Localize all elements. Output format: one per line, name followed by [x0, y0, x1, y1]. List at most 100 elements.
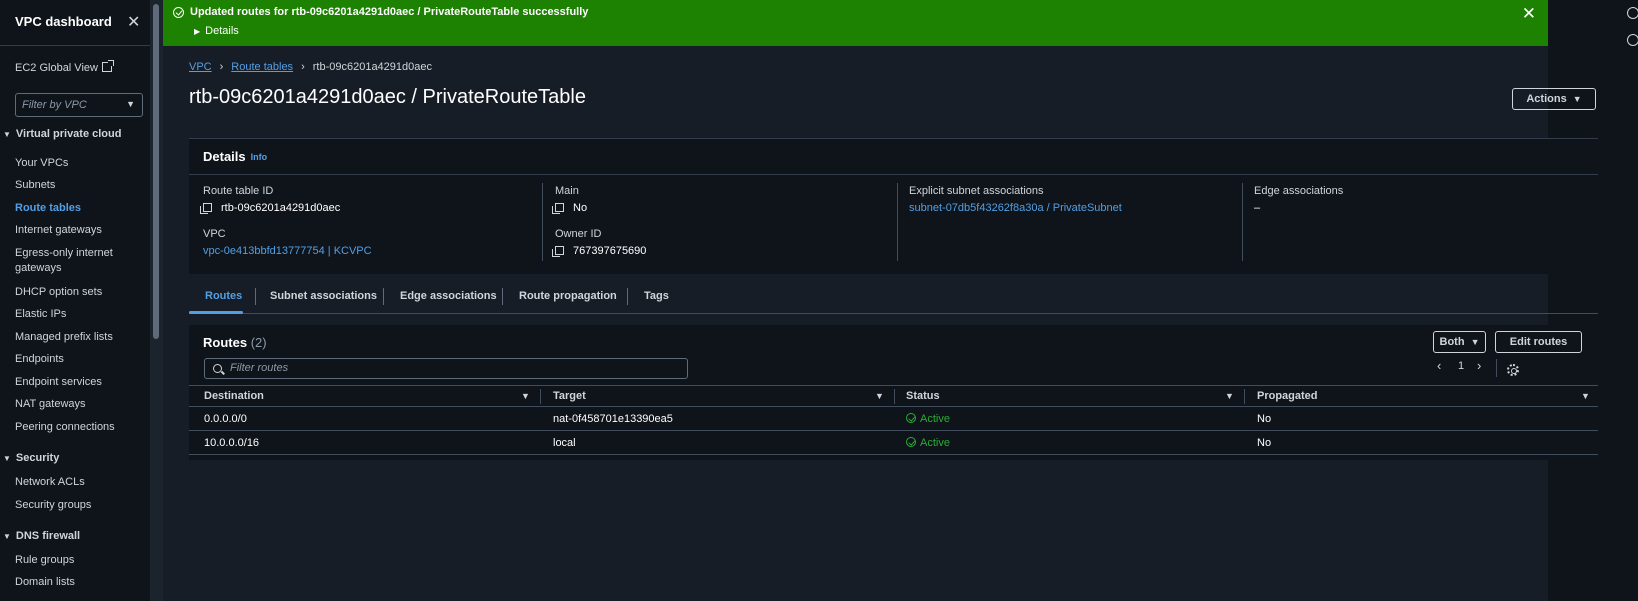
success-check-icon — [906, 413, 916, 423]
tab-subnet-associations[interactable]: Subnet associations — [270, 290, 377, 302]
column-header-destination[interactable]: Destination — [204, 390, 264, 402]
section-dns-firewall[interactable]: ▼ DNS firewall — [3, 530, 80, 542]
close-icon[interactable]: ✕ — [127, 12, 140, 32]
sidebar-item-endpoints[interactable]: Endpoints — [15, 352, 130, 367]
routes-table-header: Destination ▼ Target ▼ Status ▼ Propagat… — [189, 385, 1598, 407]
chevron-right-icon[interactable]: › — [1477, 358, 1481, 373]
route-table-id-text: rtb-09c6201a4291d0aec — [221, 202, 341, 214]
sidebar-item-egress-only-internet-gateways[interactable]: Egress-only internet gateways — [15, 246, 130, 276]
sort-caret-icon[interactable]: ▼ — [1581, 391, 1590, 401]
page-number[interactable]: 1 — [1458, 360, 1464, 372]
table-row[interactable]: 0.0.0.0/0 nat-0f458701e13390ea5 Active N… — [189, 407, 1598, 431]
sidebar-item-domain-lists[interactable]: Domain lists — [15, 575, 130, 590]
both-label: Both — [1439, 336, 1465, 348]
search-icon — [213, 364, 222, 373]
copy-icon[interactable] — [552, 203, 564, 214]
notifications-icon[interactable] — [1627, 34, 1638, 46]
cell-status: Active — [906, 437, 950, 449]
owner-id-label: Owner ID — [555, 228, 602, 240]
panel-divider — [189, 174, 1598, 175]
sort-caret-icon[interactable]: ▼ — [875, 391, 884, 401]
column-header-status[interactable]: Status — [906, 390, 940, 402]
sidebar-item-managed-prefix-lists[interactable]: Managed prefix lists — [15, 330, 130, 345]
flash-details-toggle[interactable]: ▶ Details — [194, 25, 239, 37]
details-col-3: Explicit subnet associations subnet-07db… — [909, 185, 1122, 228]
tab-divider — [255, 288, 256, 305]
sidebar-scroll-thumb[interactable] — [153, 4, 159, 339]
vpc-filter-select[interactable]: Filter by VPC ▼ — [15, 93, 143, 117]
column-header-target[interactable]: Target — [553, 390, 586, 402]
sidebar-item-subnets[interactable]: Subnets — [15, 178, 130, 193]
table-row[interactable]: 10.0.0.0/16 local Active No — [189, 431, 1598, 455]
sidebar-item-nat-gateways[interactable]: NAT gateways — [15, 397, 130, 412]
sidebar-item-dhcp-option-sets[interactable]: DHCP option sets — [15, 285, 130, 300]
routes-title-text: Routes — [203, 335, 248, 350]
tab-routes[interactable]: Routes — [205, 290, 242, 302]
pager-divider — [1496, 359, 1497, 377]
breadcrumb-route-tables[interactable]: Route tables — [231, 61, 293, 73]
info-icon[interactable] — [1627, 7, 1638, 19]
sort-caret-icon[interactable]: ▼ — [521, 391, 530, 401]
column-divider[interactable] — [894, 389, 895, 404]
breadcrumb-current: rtb-09c6201a4291d0aec — [312, 61, 432, 73]
sidebar-item-your-vpcs[interactable]: Your VPCs — [15, 156, 130, 171]
tab-tags[interactable]: Tags — [644, 290, 669, 302]
owner-id-value: 767397675690 — [552, 245, 646, 257]
section-virtual-private-cloud[interactable]: ▼ Virtual private cloud — [3, 128, 121, 140]
cell-propagated: No — [1257, 413, 1272, 425]
details-panel: Details Info Route table ID rtb-09c6201a4… — [189, 138, 1598, 274]
flash-message: Updated routes for rtb-09c6201a4291d0aec… — [190, 6, 589, 18]
chevron-right-icon: › — [219, 61, 224, 73]
cell-propagated: No — [1257, 437, 1272, 449]
both-select[interactable]: Both ▼ — [1433, 331, 1486, 353]
column-divider[interactable] — [1244, 389, 1245, 404]
sidebar-item-internet-gateways[interactable]: Internet gateways — [15, 223, 130, 238]
edge-associations-label: Edge associations — [1254, 185, 1344, 197]
vpc-label: VPC — [203, 228, 226, 240]
external-link-icon — [101, 60, 114, 72]
tab-edge-associations[interactable]: Edge associations — [400, 290, 497, 302]
sidebar-item-route-tables[interactable]: Route tables — [15, 201, 130, 216]
sidebar-item-rule-groups[interactable]: Rule groups — [15, 553, 130, 568]
explicit-subnet-link[interactable]: subnet-07db5f43262f8a30a / PrivateSubnet — [909, 202, 1122, 214]
copy-icon[interactable] — [200, 203, 212, 214]
cell-status: Active — [906, 413, 950, 425]
column-header-propagated[interactable]: Propagated — [1257, 390, 1318, 402]
caret-down-icon: ▼ — [1572, 94, 1582, 104]
column-divider[interactable] — [540, 389, 541, 404]
cell-target-link[interactable]: nat-0f458701e13390ea5 — [553, 413, 673, 425]
info-link[interactable]: Info — [251, 152, 268, 162]
sidebar-item-endpoint-services[interactable]: Endpoint services — [15, 375, 130, 390]
filter-routes-placeholder: Filter routes — [230, 362, 289, 374]
vpc-link[interactable]: vpc-0e413bbfd13777754 | KCVPC — [203, 245, 372, 257]
breadcrumb: VPC › Route tables › rtb-09c6201a4291d0aec — [189, 61, 432, 73]
sidebar-item-security-groups[interactable]: Security groups — [15, 498, 130, 513]
caret-down-icon: ▼ — [3, 454, 11, 463]
routes-title: Routes (2) — [203, 335, 267, 350]
cell-destination: 10.0.0.0/16 — [204, 437, 260, 449]
route-table-id-value: rtb-09c6201a4291d0aec — [200, 202, 372, 214]
sidebar-item-elastic-ips[interactable]: Elastic IPs — [15, 307, 130, 322]
gear-icon[interactable] — [1507, 364, 1519, 376]
column-divider — [1242, 183, 1243, 261]
routes-count: (2) — [250, 335, 267, 350]
close-icon[interactable]: ✕ — [1522, 4, 1536, 24]
sidebar: VPC dashboard ✕ EC2 Global View Filter b… — [0, 0, 150, 601]
section-label: Security — [15, 452, 60, 464]
tab-route-propagation[interactable]: Route propagation — [519, 290, 617, 302]
sidebar-item-network-acls[interactable]: Network ACLs — [15, 475, 130, 490]
ec2-global-view-link[interactable]: EC2 Global View — [15, 60, 114, 74]
actions-button[interactable]: Actions ▼ — [1512, 88, 1596, 110]
sidebar-item-peering-connections[interactable]: Peering connections — [15, 420, 130, 435]
success-check-icon — [173, 7, 184, 18]
edit-routes-button[interactable]: Edit routes — [1495, 331, 1582, 353]
chevron-left-icon[interactable]: ‹ — [1437, 358, 1441, 373]
copy-icon[interactable] — [552, 246, 564, 257]
sidebar-divider — [0, 45, 150, 46]
breadcrumb-vpc[interactable]: VPC — [189, 61, 212, 73]
column-divider — [897, 183, 898, 261]
filter-routes-input[interactable]: Filter routes — [204, 358, 688, 379]
main-value: No — [552, 202, 646, 214]
sort-caret-icon[interactable]: ▼ — [1225, 391, 1234, 401]
section-security[interactable]: ▼ Security — [3, 452, 59, 464]
